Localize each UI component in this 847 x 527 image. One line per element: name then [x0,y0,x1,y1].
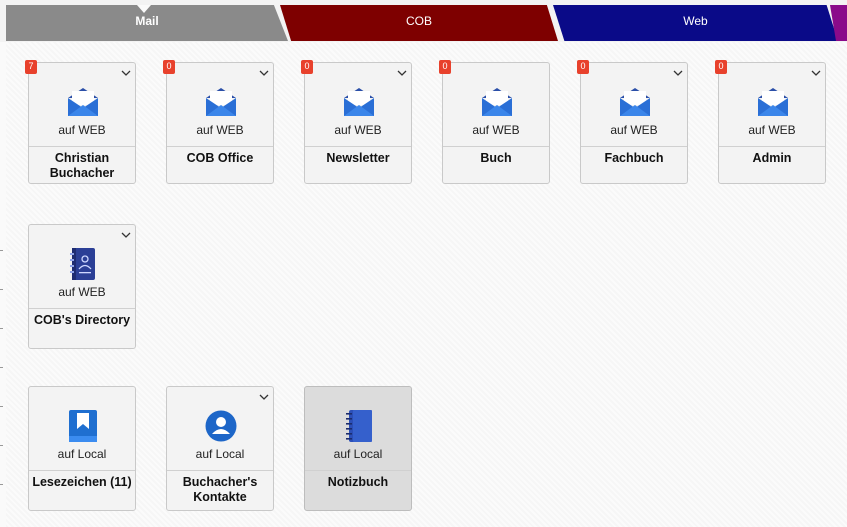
tile-christian-buchacher[interactable]: 7 auf WEB Christian Buchacher [25,60,136,184]
tile-admin[interactable]: 0 auf WEB Admin [715,60,826,184]
tile-name: Christian Buchacher [49,151,115,180]
tile-name: COB Office [186,151,254,165]
mail-icon [67,85,99,119]
tile-fachbuch[interactable]: 0 auf WEB Fachbuch [577,60,688,184]
mail-icon [481,85,513,119]
tile-location: auf WEB [196,123,244,137]
tile-name: Buchacher's Kontakte [182,475,258,504]
tile-location: auf WEB [58,285,106,299]
tile-divider [305,470,411,471]
bookmark-icon [67,409,99,443]
tile-cobs-directory[interactable]: auf WEB COB's Directory [28,224,136,349]
unread-badge: 0 [577,60,589,74]
chevron-down-icon[interactable] [259,69,269,77]
tile-name: Lesezeichen (11) [32,475,132,489]
tab-cob-label: COB [405,14,432,28]
mail-icon [619,85,651,119]
tile-location: auf Local [333,447,383,461]
tile-divider [581,146,687,147]
unread-badge: 7 [25,60,37,74]
tab-web-label: Web [683,14,708,28]
tab-mail-label: Mail [135,14,159,28]
tile-newsletter[interactable]: 0 auf WEB Newsletter [301,60,412,184]
tile-location: auf Local [57,447,107,461]
tab-cob[interactable]: COB [280,5,558,41]
tile-divider [29,308,135,309]
tile-divider [167,470,273,471]
tile-name: COB's Directory [33,313,131,327]
tile-name: Admin [752,151,792,165]
mail-icon [757,85,789,119]
tile-lesezeichen[interactable]: auf Local Lesezeichen (11) [28,386,136,511]
mail-icon [343,85,375,119]
tile-buch[interactable]: 0 auf WEB Buch [439,60,550,184]
tile-name: Newsletter [326,151,390,165]
tile-location: auf WEB [334,123,382,137]
unread-badge: 0 [715,60,727,74]
unread-badge: 0 [163,60,175,74]
tile-location: auf WEB [58,123,106,137]
tile-notizbuch[interactable]: auf Local Notizbuch [304,386,412,511]
tile-divider [167,146,273,147]
tile-divider [305,146,411,147]
tile-name: Buch [480,151,512,165]
unread-badge: 0 [439,60,451,74]
chevron-down-icon[interactable] [811,69,821,77]
tile-divider [719,146,825,147]
active-tab-pointer [137,5,151,13]
tile-buchachers-kontakte[interactable]: auf Local Buchacher's Kontakte [166,386,274,511]
tile-location: auf WEB [748,123,796,137]
chevron-down-icon[interactable] [121,231,131,239]
chevron-down-icon[interactable] [673,69,683,77]
tab-web[interactable]: Web [553,5,838,41]
tile-divider [29,146,135,147]
tile-divider [443,146,549,147]
mail-icon [205,85,237,119]
tile-divider [29,470,135,471]
tile-location: auf Local [195,447,245,461]
unread-badge: 0 [301,60,313,74]
tile-location: auf WEB [610,123,658,137]
left-edge-ticks [0,250,6,523]
contact-icon [205,409,237,443]
chevron-down-icon[interactable] [121,69,131,77]
notebook-icon [343,409,375,443]
chevron-down-icon[interactable] [259,393,269,401]
tile-name: Fachbuch [604,151,664,165]
chevron-down-icon[interactable] [397,69,407,77]
module-tab-bar: Mail COB Web [0,0,847,42]
tile-name: Notizbuch [327,475,389,489]
tile-cob-office[interactable]: 0 auf WEB COB Office [163,60,274,184]
directory-icon [67,247,99,281]
tile-location: auf WEB [472,123,520,137]
